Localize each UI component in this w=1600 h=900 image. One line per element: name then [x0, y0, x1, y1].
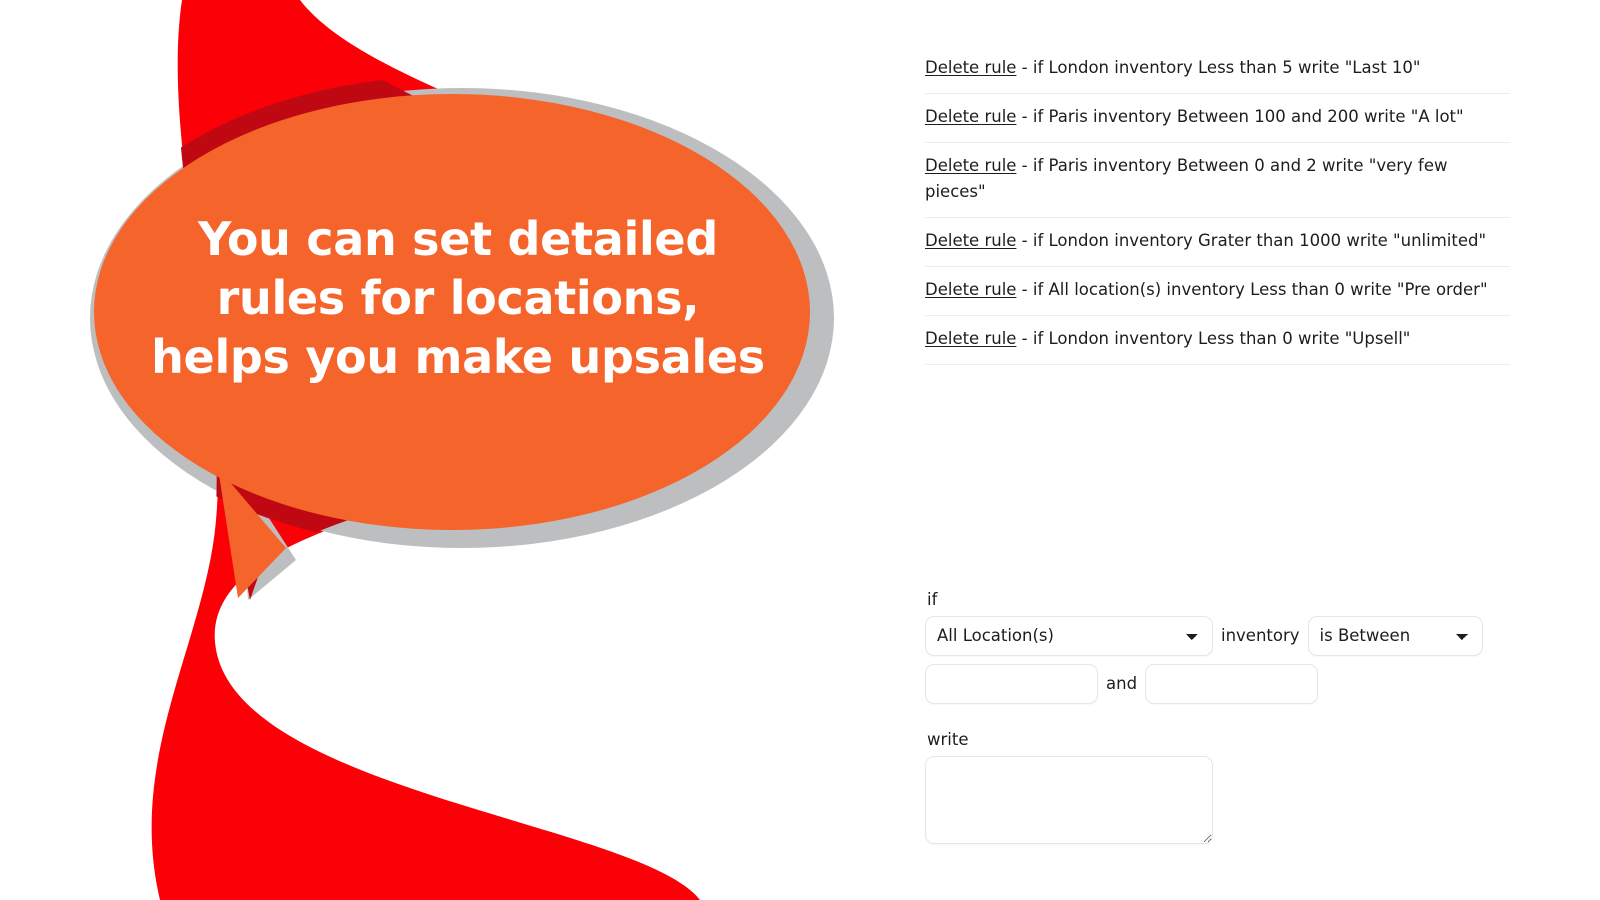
write-block: write	[925, 730, 1525, 844]
and-label: and	[1106, 674, 1138, 694]
rule-description: - if Paris inventory Between 100 and 200…	[1016, 107, 1464, 127]
condition-row: All Location(s) London Paris inventory i…	[925, 615, 1525, 656]
speech-bubble-body	[94, 94, 810, 530]
delete-rule-link[interactable]: Delete rule	[925, 329, 1016, 348]
delete-rule-link[interactable]: Delete rule	[925, 156, 1016, 175]
rules-list: Delete rule - if London inventory Less t…	[925, 47, 1510, 366]
hero-graphic: You can set detailed rules for locations…	[0, 0, 900, 900]
table-row: Delete rule - if London inventory Less t…	[925, 47, 1510, 95]
delete-rule-link[interactable]: Delete rule	[925, 280, 1016, 299]
hero-illustration	[90, 0, 834, 900]
rule-description: - if London inventory Less than 0 write …	[1016, 329, 1411, 349]
table-row: Delete rule - if Paris inventory Between…	[925, 94, 1510, 144]
delete-rule-link[interactable]: Delete rule	[925, 231, 1016, 250]
min-value-input[interactable]	[925, 663, 1098, 704]
inventory-label: inventory	[1221, 626, 1300, 646]
rule-description: - if London inventory Grater than 1000 w…	[1016, 231, 1487, 251]
if-label: if	[927, 590, 938, 609]
delete-rule-link[interactable]: Delete rule	[925, 107, 1016, 126]
delete-rule-link[interactable]: Delete rule	[925, 58, 1016, 77]
rules-panel: Delete rule - if London inventory Less t…	[925, 0, 1525, 900]
table-row: Delete rule - if All location(s) invento…	[925, 267, 1510, 317]
table-row: Delete rule - if London inventory Grater…	[925, 218, 1510, 268]
table-row: Delete rule - if Paris inventory Between…	[925, 143, 1510, 219]
write-textarea[interactable]	[925, 755, 1213, 844]
write-label: write	[927, 729, 969, 749]
range-row: and	[925, 663, 1525, 704]
location-select[interactable]: All Location(s) London Paris	[925, 615, 1213, 656]
new-rule-form: if All Location(s) London Paris inventor…	[925, 590, 1525, 844]
table-row: Delete rule - if London inventory Less t…	[925, 316, 1510, 366]
max-value-input[interactable]	[1145, 663, 1319, 704]
condition-select[interactable]: is Between is Less than is Grater than	[1307, 615, 1483, 656]
page-root: You can set detailed rules for locations…	[0, 0, 1600, 900]
rule-description: - if London inventory Less than 5 write …	[1016, 58, 1421, 77]
rule-description: - if All location(s) inventory Less than…	[1016, 280, 1488, 300]
